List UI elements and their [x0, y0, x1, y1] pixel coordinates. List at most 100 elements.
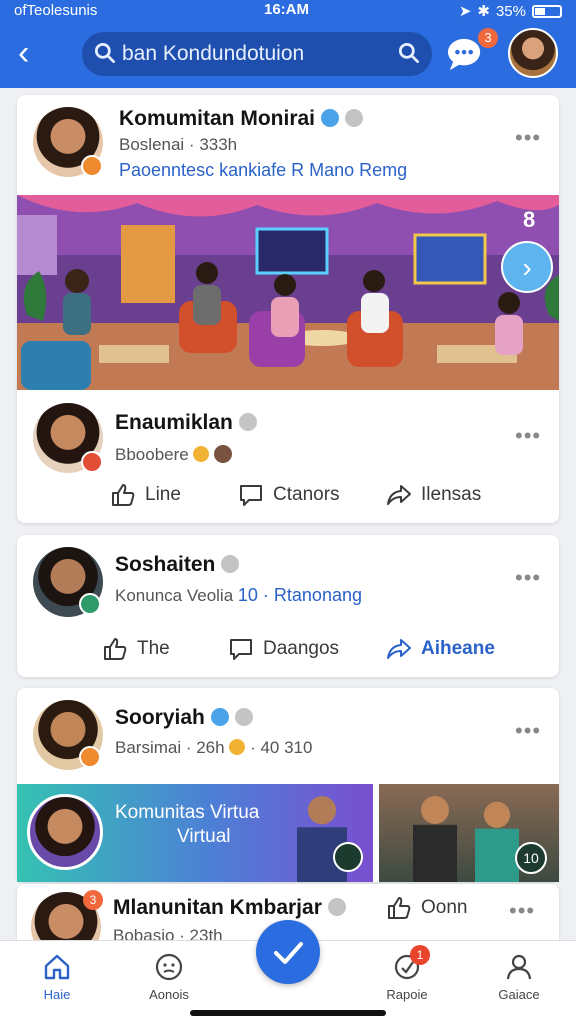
home-indicator: [190, 1010, 386, 1016]
search-input[interactable]: [122, 39, 382, 69]
mini-avatar: [214, 445, 233, 463]
post-author[interactable]: Soshaiten: [115, 553, 240, 577]
check-icon: [274, 942, 303, 964]
nav-profile[interactable]: Gaiace: [474, 951, 564, 1002]
like-button[interactable]: The: [101, 629, 170, 669]
post-card: Komumitan Monirai Boslenai · 333h Paoenn…: [17, 95, 559, 523]
share-button[interactable]: Aiheane: [385, 629, 495, 669]
next-image-button[interactable]: ›: [501, 241, 553, 293]
comment-label: Daangos: [263, 638, 340, 659]
post-meta: Konunca Veolia 10 · Rtanonang: [115, 585, 362, 606]
post-image[interactable]: 8: [17, 195, 559, 390]
share-label: Aiheane: [421, 638, 495, 659]
location-icon: ➤: [458, 3, 472, 20]
badge-icon: [234, 708, 253, 726]
avatar-status-badge: [79, 593, 101, 615]
share-button[interactable]: Ilensas: [385, 475, 481, 515]
post-actions: Line Ctanors Ilensas: [17, 475, 559, 515]
nav-faces-label: Aonois: [149, 987, 189, 1002]
more-options-icon[interactable]: •••: [515, 423, 541, 449]
thumbs-up-icon: [104, 638, 127, 660]
nav-notifications[interactable]: Rapoie: [362, 951, 452, 1002]
nav-home[interactable]: Haie: [12, 951, 102, 1002]
post-author-label: Komumitan Monirai: [119, 107, 316, 130]
post-author-label: Mlanunitan Kmbarjar: [113, 896, 322, 919]
status-time: 16:AM: [264, 1, 310, 18]
like-button[interactable]: Line: [109, 475, 181, 515]
like-button[interactable]: Oonn: [385, 888, 467, 928]
check-icon: [333, 842, 363, 872]
like-label: Line: [145, 484, 181, 505]
more-options-icon[interactable]: •••: [515, 718, 541, 744]
post-meta-extra: · 40 310: [250, 738, 313, 757]
banner-title: Komunitas Virtua: [115, 802, 260, 823]
face-icon: [155, 953, 183, 981]
search-icon: [94, 42, 116, 64]
post-link[interactable]: Paoenntesc kankiafe R Mano Remg: [119, 160, 407, 181]
post-meta-label: Barsimai · 26h: [115, 738, 225, 757]
photo-thumbnail[interactable]: 10: [379, 784, 559, 882]
badge-icon: [238, 413, 257, 431]
thumbs-up-icon: [112, 484, 135, 506]
post-card: Sooryiah Barsimai · 26h · 40 310 ••• Kom…: [17, 688, 559, 882]
post-meta: Boslenai · 333h: [119, 135, 238, 154]
post-meta: Barsimai · 26h · 40 310: [115, 738, 312, 758]
notification-badge: 1: [410, 945, 430, 965]
post-author[interactable]: Komumitan Monirai: [119, 107, 364, 131]
avatar-status-badge: [81, 155, 103, 177]
avatar-status-badge: [79, 746, 101, 768]
more-options-icon[interactable]: •••: [509, 898, 535, 924]
comment-author[interactable]: Enaumiklan: [115, 411, 257, 435]
post-card: Soshaiten Konunca Veolia 10 · Rtanonang …: [17, 535, 559, 677]
battery-percent: 35%: [495, 2, 526, 20]
nav-profile-label: Gaiace: [498, 987, 540, 1002]
comment-meta: Bboobere: [115, 445, 233, 465]
image-counter: 8: [523, 207, 535, 232]
badge-icon: [345, 109, 364, 127]
comment-button[interactable]: Daangos: [227, 629, 339, 669]
carrier-label: ofTeolesunis: [14, 2, 98, 19]
banner-avatar: [27, 794, 103, 870]
comment-label: Ctanors: [273, 484, 340, 505]
back-button[interactable]: ‹: [18, 36, 48, 72]
thumb-person: [475, 798, 519, 882]
status-bar: ofTeolesunis 16:AM ➤ ✱ 35%: [0, 0, 576, 22]
thumbs-up-icon: [388, 897, 411, 919]
verified-icon: [210, 708, 229, 726]
post-author[interactable]: Sooryiah: [115, 706, 253, 730]
app-header: ofTeolesunis 16:AM ➤ ✱ 35% ‹ 3: [0, 0, 576, 88]
share-icon: [387, 485, 411, 505]
promo-banner[interactable]: Komunitas Virtua Virtual: [17, 784, 373, 882]
badge-icon: [327, 898, 346, 916]
profile-avatar[interactable]: [508, 28, 558, 78]
more-options-icon[interactable]: •••: [515, 125, 541, 151]
post-author-label: Sooryiah: [115, 706, 205, 729]
nav-notifications-label: Rapoie: [386, 987, 428, 1002]
comment-meta-label: Bboobere: [115, 445, 189, 464]
comment-icon: [240, 485, 262, 506]
battery-icon: [532, 4, 562, 18]
post-meta-label: Konunca Veolia: [115, 586, 234, 605]
avatar-status-badge: [81, 451, 103, 473]
nav-home-label: Haie: [43, 987, 71, 1002]
compose-button[interactable]: [256, 920, 320, 984]
search-bar[interactable]: [82, 32, 432, 76]
post-author[interactable]: Mlanunitan Kmbarjar: [113, 896, 346, 920]
avatar-badge: 3: [83, 890, 103, 910]
bluetooth-icon: ✱: [477, 3, 490, 20]
post-link[interactable]: 10 · Rtanonang: [238, 585, 362, 605]
post-actions: The Daangos Aiheane: [17, 629, 559, 669]
banner-subtitle: Virtual: [177, 826, 231, 847]
share-icon: [387, 639, 411, 659]
comment-author-label: Enaumiklan: [115, 411, 233, 434]
emoji-icon: [193, 446, 210, 462]
thumb-person: [413, 792, 457, 882]
status-right: ➤ ✱ 35%: [459, 2, 562, 20]
emoji-icon: [229, 739, 246, 755]
comment-button[interactable]: Ctanors: [237, 475, 340, 515]
search-submit-icon[interactable]: [396, 40, 422, 66]
more-options-icon[interactable]: •••: [515, 565, 541, 591]
nav-faces[interactable]: Aonois: [124, 951, 214, 1002]
thumb-badge: 10: [515, 842, 547, 874]
profile-icon: [506, 954, 532, 980]
